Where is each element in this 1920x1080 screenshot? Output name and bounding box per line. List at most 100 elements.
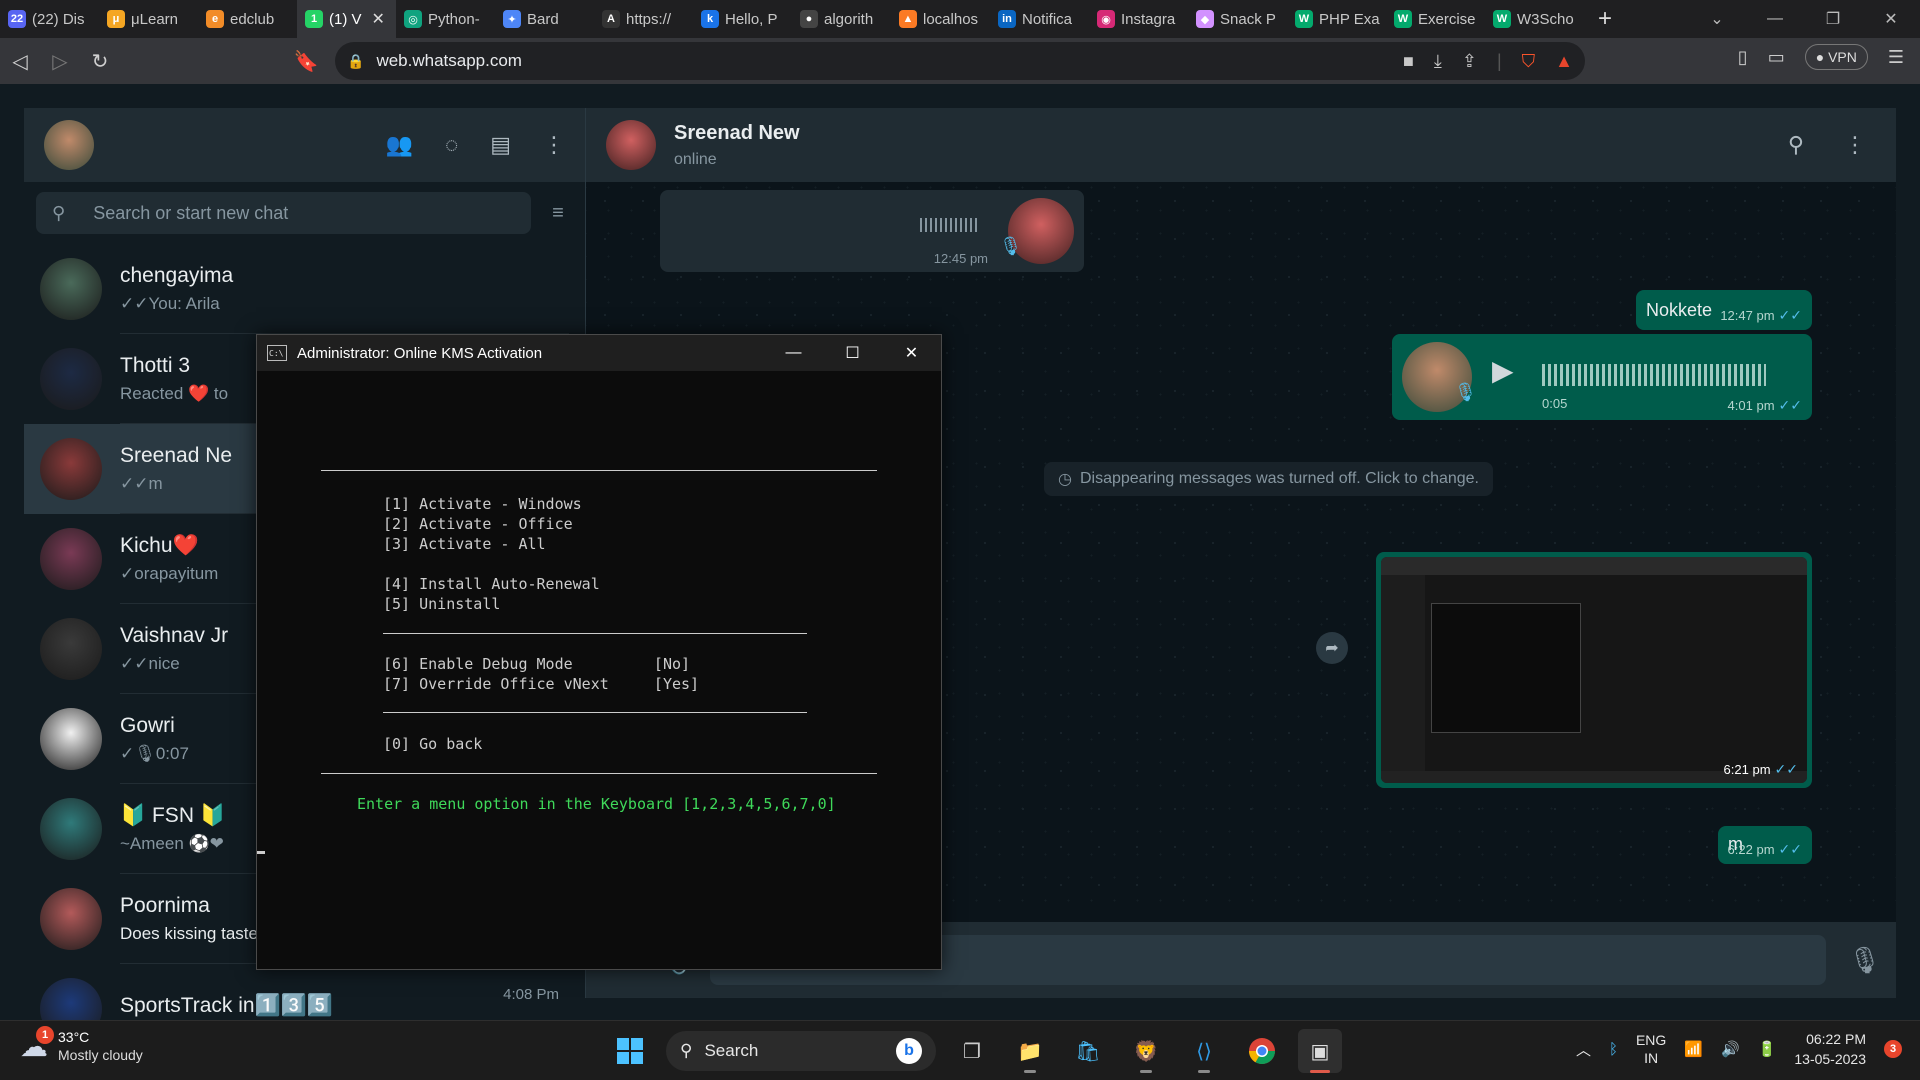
- forward-icon[interactable]: ▷: [40, 41, 80, 81]
- reload-icon[interactable]: ↻: [80, 41, 120, 81]
- close-button[interactable]: ✕: [882, 335, 941, 371]
- status-icon[interactable]: ◌: [445, 132, 458, 158]
- outgoing-message[interactable]: Nokkete 12:47 pm ✓✓: [1636, 290, 1812, 330]
- mic-icon: 🎙: [999, 236, 1022, 256]
- instagram-icon: ◉: [1097, 10, 1115, 28]
- chrome-icon[interactable]: [1240, 1029, 1284, 1073]
- address-bar[interactable]: 🔒 web.whatsapp.com ■ ⤓ ⇪ | ⛉ ▲: [335, 42, 1585, 80]
- chevron-up-icon[interactable]: ︿: [1576, 1039, 1591, 1060]
- my-avatar[interactable]: [44, 120, 94, 170]
- browser-tab[interactable]: k Hello, P: [693, 0, 792, 38]
- minimize-button[interactable]: —: [764, 335, 823, 371]
- browser-tab[interactable]: Ahttps://: [594, 0, 693, 38]
- search-icon[interactable]: ⚲: [1788, 132, 1804, 158]
- tab-close-icon[interactable]: ✕: [372, 9, 385, 29]
- timer-icon: ◷: [1058, 471, 1072, 488]
- communities-icon[interactable]: 👥: [386, 132, 413, 158]
- wifi-icon[interactable]: 📶: [1684, 1040, 1703, 1058]
- language-indicator[interactable]: ENG IN: [1636, 1031, 1666, 1067]
- chat-list-item[interactable]: chengayima ✓✓You: Arila: [24, 244, 585, 334]
- play-icon[interactable]: ▶: [1492, 354, 1514, 387]
- outgoing-message[interactable]: m 6:22 pm ✓✓: [1718, 826, 1812, 864]
- new-chat-icon[interactable]: ▤: [490, 132, 511, 158]
- notification-badge[interactable]: 3: [1884, 1040, 1902, 1058]
- camera-icon[interactable]: ■: [1403, 51, 1414, 72]
- taskbar-search[interactable]: ⚲ Search b: [666, 1031, 936, 1071]
- search-input[interactable]: ⚲ Search or start new chat: [36, 192, 531, 234]
- message-time: 12:47 pm: [1720, 308, 1775, 323]
- vscode-icon[interactable]: ⟨⟩: [1182, 1029, 1226, 1073]
- menu-icon[interactable]: ☰: [1888, 47, 1904, 68]
- maximize-button[interactable]: ☐: [823, 335, 882, 371]
- waveform[interactable]: [1542, 364, 1766, 386]
- menu-option: [5] Uninstall: [383, 595, 501, 613]
- close-icon[interactable]: ✕: [1862, 0, 1920, 38]
- console-title-bar[interactable]: C:\ Administrator: Online KMS Activation…: [257, 335, 941, 371]
- browser-tab[interactable]: ✦ Bard: [495, 0, 594, 38]
- browser-tab[interactable]: ◉ Instagra: [1089, 0, 1188, 38]
- browser-tab[interactable]: ● algorith: [792, 0, 891, 38]
- battery-icon[interactable]: 🔋: [1758, 1040, 1777, 1058]
- task-view-icon[interactable]: ❐: [950, 1029, 994, 1073]
- restore-icon[interactable]: ❐: [1804, 0, 1862, 38]
- edclub-icon: e: [206, 10, 224, 28]
- file-explorer-icon[interactable]: 📁: [1008, 1029, 1052, 1073]
- outgoing-image-message[interactable]: 6:21 pm ✓✓: [1376, 552, 1812, 788]
- back-icon[interactable]: ◁: [0, 41, 40, 81]
- start-icon[interactable]: [608, 1029, 652, 1073]
- vpn-button[interactable]: ● VPN: [1804, 44, 1868, 70]
- bookmark-icon[interactable]: 🔖: [286, 41, 326, 81]
- volume-icon[interactable]: 🔊: [1721, 1040, 1740, 1058]
- conversation-header[interactable]: Sreenad New online ⚲ ⋮: [586, 108, 1896, 182]
- minimize-icon[interactable]: —: [1746, 0, 1804, 38]
- kms-console-window[interactable]: C:\ Administrator: Online KMS Activation…: [256, 334, 942, 970]
- chatgpt-icon: ◎: [404, 10, 422, 28]
- tab-label: Snack P: [1220, 10, 1276, 28]
- weather-widget[interactable]: ☁ 1 33°C Mostly cloudy: [20, 1025, 143, 1063]
- tab-label: Instagra: [1121, 10, 1176, 28]
- share-icon[interactable]: ⇪: [1462, 51, 1477, 72]
- browser-tab[interactable]: 22 (22) Dis: [0, 0, 99, 38]
- image-preview[interactable]: [1381, 557, 1807, 783]
- search-icon: ⚲: [680, 1041, 693, 1060]
- install-icon[interactable]: ⤓: [1434, 51, 1442, 72]
- menu-option: [6] Enable Debug Mode [No]: [383, 655, 691, 673]
- browser-tab[interactable]: in Notifica: [990, 0, 1089, 38]
- forward-icon[interactable]: ➦: [1316, 632, 1348, 664]
- browser-tab[interactable]: e edclub: [198, 0, 297, 38]
- disappearing-notice[interactable]: ◷ Disappearing messages was turned off. …: [1044, 462, 1493, 496]
- menu-icon[interactable]: ⋮: [1844, 132, 1866, 158]
- wallet-icon[interactable]: ▭: [1768, 47, 1785, 68]
- brave-rewards-icon[interactable]: ▲: [1555, 51, 1573, 72]
- outgoing-voice-message[interactable]: 🎙 ▶ 0:05 4:01 pm ✓✓: [1392, 334, 1812, 420]
- clock[interactable]: 06:22 PM 13-05-2023: [1794, 1029, 1866, 1069]
- brave-shield-icon[interactable]: ⛉: [1522, 51, 1536, 72]
- menu-icon[interactable]: ⋮: [543, 132, 565, 158]
- tab-label: Python-: [428, 10, 480, 28]
- microphone-icon[interactable]: 🎙: [1848, 945, 1881, 976]
- store-icon[interactable]: 🛍: [1066, 1029, 1110, 1073]
- bluetooth-icon[interactable]: ᛒ: [1609, 1041, 1618, 1058]
- voice-duration: 0:05: [1542, 396, 1568, 411]
- browser-tab[interactable]: ◆ Snack P: [1188, 0, 1287, 38]
- chat-avatar: [40, 708, 102, 770]
- tab-label: (1) V: [329, 10, 362, 28]
- contact-avatar[interactable]: [606, 120, 656, 170]
- browser-tab[interactable]: W Exercise: [1386, 0, 1485, 38]
- new-tab-icon[interactable]: +: [1584, 5, 1626, 33]
- browser-tab[interactable]: W W3Scho: [1485, 0, 1584, 38]
- browser-tab[interactable]: 1 (1) V ✕: [297, 0, 396, 38]
- browser-tab[interactable]: ▲ localhos: [891, 0, 990, 38]
- filter-icon[interactable]: ≡: [543, 202, 573, 225]
- url-text[interactable]: web.whatsapp.com: [376, 51, 522, 71]
- tab-search-icon[interactable]: ⌄: [1688, 0, 1746, 38]
- brave-icon[interactable]: 🦁: [1124, 1029, 1168, 1073]
- sidebar-icon[interactable]: ▯: [1738, 47, 1748, 68]
- search-row: ⚲ Search or start new chat ≡: [24, 182, 585, 244]
- terminal-icon[interactable]: ▣: [1298, 1029, 1342, 1073]
- read-ticks-icon: ✓✓: [1778, 397, 1802, 413]
- browser-tab[interactable]: μ μLearn: [99, 0, 198, 38]
- incoming-voice-message[interactable]: 🎙 12:45 pm: [660, 190, 1084, 272]
- browser-tab[interactable]: ◎ Python-: [396, 0, 495, 38]
- browser-tab[interactable]: W PHP Exa: [1287, 0, 1386, 38]
